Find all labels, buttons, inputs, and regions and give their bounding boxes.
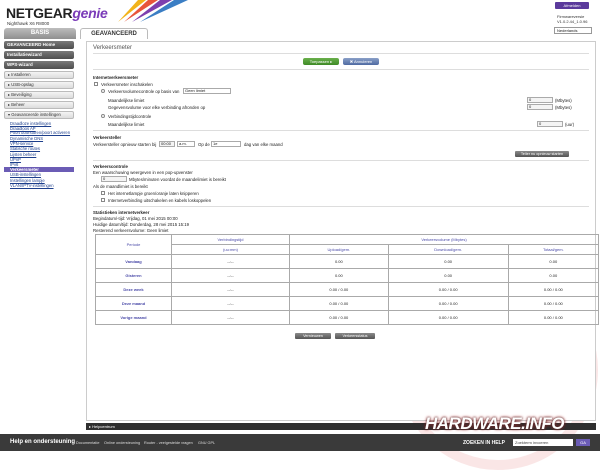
col-total: Totaal/gem. [507,244,600,255]
divider [93,69,589,70]
minutes-before-label: Mbytes/minuten voordat de maandelimiet i… [129,177,226,182]
logout-button[interactable]: Afmelden [555,2,589,9]
table-row: Vorige maand --:-- 0.00 / 0.00 0.00 / 0.00 0… [95,310,600,325]
search-help-label: ZOEKEN IN HELP [463,440,505,446]
popup-msg-label: Een waarschuwing weergeven in een pop-up… [93,170,193,175]
disconnect-label: Internetverbinding uitschakelen en kabel… [108,198,212,203]
stats-title: Statistieken internetverkeer [93,210,150,215]
sidebar-home[interactable]: GEAVANCEERD Home [4,41,74,49]
divider [93,53,589,54]
volume-control-radio[interactable] [101,89,105,93]
col-conntime-unit: (uu:mm) [171,244,290,255]
enable-meter-checkbox[interactable] [94,82,98,86]
sidebar-group-setup[interactable]: ▸ Installeren [4,71,74,79]
table-row: Vandaag --:-- 0.00 0.00 0.00 [95,254,600,269]
page-title: Verkeersmeter [93,45,133,51]
table-row: Deze week --:-- 0.00 / 0.00 0.00 / 0.00 0.00… [95,282,600,297]
enable-meter-label: Verkeersmeter inschakelen [101,82,153,87]
router-model: Nighthawk X6 R8000 [7,21,50,26]
disconnect-checkbox[interactable] [101,198,105,202]
restart-counter-button[interactable]: Teller nu opnieuw starten [515,151,569,157]
traffic-status-button[interactable]: Verkeersstatus [335,333,375,339]
hours-limit-input[interactable]: 0 [537,121,563,127]
mbytes-unit: (Mbytes) [555,105,572,110]
search-help-input[interactable]: Zoekterm invoeren [513,439,573,446]
firmware-info: Firmwareversie V1.0.2.44_1.0.96 [557,14,588,24]
tab-advanced[interactable]: GEAVANCEERD [80,28,148,39]
counter-restart-label: Verkeersteller opnieuw starten bij [93,142,157,147]
col-download: Download/gem. [387,244,509,255]
sidebar-item-vlan[interactable]: VLAN/IPTV-instellingen [4,183,74,188]
footer-link-gpl[interactable]: GNU GPL [198,441,215,445]
sidebar: GEAVANCEERD Home Installatiewizard WPS-w… [4,41,74,421]
footer-title: Help en ondersteuning [10,439,76,445]
language-select[interactable]: Nederlands [554,27,592,34]
col-upload: Upload/gem. [289,244,389,255]
footer-link-support[interactable]: Online ondersteuning [104,441,140,445]
refresh-button[interactable]: Vernieuwen [295,333,331,339]
table-row: Deze maand --:-- 0.00 / 0.00 0.00 / 0.00 0.0… [95,296,600,311]
divider [93,130,589,131]
col-volume: Verkeersvolume (Mbytes) [289,234,599,245]
sidebar-setup-wizard[interactable]: Installatiewizard [4,51,74,59]
led-blink-label: Het internetlampje groen/oranje laten kn… [108,191,199,196]
remaining-volume: Resterend verkeersvolume: Geen limiet [93,228,169,233]
footer-link-docs[interactable]: Documentatie [76,441,99,445]
conn-time-radio[interactable] [101,114,105,118]
apply-button[interactable]: Toepassen ▸ [303,58,339,65]
col-period: Periode [95,234,172,255]
when-limit-label: Als de maandlimiet is bereikt [93,184,148,189]
day-select[interactable]: 1e [211,141,241,147]
round-up-label: Gegevensvolume voor elke verbinding afro… [108,105,206,110]
section-counter: Verkeersteller [93,135,122,140]
monthly-limit-label: Maandelijkse limiet [108,98,145,103]
restart-time-input[interactable]: 00:00 [159,141,175,147]
mbytes-unit: (Mbytes) [555,98,572,103]
sidebar-group-usb[interactable]: ▸ USB-opslag [4,81,74,89]
divider [93,206,589,207]
main-panel: Verkeersmeter Toepassen ▸ ✖ Annuleren In… [86,41,600,421]
sidebar-wps-wizard[interactable]: WPS-wizard [4,61,74,69]
table-row: Gisteren --:-- 0.00 0.00 0.00 [95,268,600,283]
search-go-button[interactable]: GA [576,439,590,446]
genie-fan-icon [118,0,188,22]
led-blink-checkbox[interactable] [101,191,105,195]
sidebar-group-admin[interactable]: ▸ Beheer [4,101,74,109]
netgear-logo: NETGEARgenie [6,5,108,21]
tab-basic[interactable]: BASIS [4,28,76,39]
volume-control-label: Verkeersvolumecontrole op basis van [108,89,180,94]
ampm-select[interactable]: a.m. [177,141,195,147]
round-up-input[interactable]: 0 [527,104,553,110]
stats-table: Periode Verbindingstijd Verkeersvolume (… [95,234,600,325]
section-control: Verkeerscontrole [93,164,128,169]
monthly-limit2-label: Maandelijkse limiet [108,122,145,127]
col-conntime: Verbindingstijd [171,234,290,245]
divider [93,160,589,161]
footer-link-faq[interactable]: Router - veelgestelde vragen [144,441,193,445]
current-date: Huidige datum/tijd: Donderdag, 28 mei 20… [93,222,190,227]
sidebar-group-security[interactable]: ▸ Beveiliging [4,91,74,99]
header: NETGEARgenie Nighthawk X6 R8000 Afmelden… [0,0,600,40]
section-internet-meter: Internetverkeersmeter [93,75,139,80]
sidebar-group-advanced[interactable]: ▾ Geavanceerde instellingen [4,111,74,119]
minutes-before-input[interactable]: 0 [101,176,127,182]
start-date: Begindatum/-tijd: Vrijdag, 01 mei 2015 0… [93,216,178,221]
cancel-button[interactable]: ✖ Annuleren [343,58,379,65]
volume-control-select[interactable]: Geen limiet [183,88,231,94]
hours-unit: (uur) [565,122,575,127]
hardware-info-watermark: HARDWARE.INFO [425,414,564,433]
day-suffix-label: dag van elke maand [244,142,283,147]
on-day-label: Op de [198,142,210,147]
conn-time-label: Verbindingstijdcontrole [108,114,152,119]
monthly-limit-input[interactable]: 0 [527,97,553,103]
